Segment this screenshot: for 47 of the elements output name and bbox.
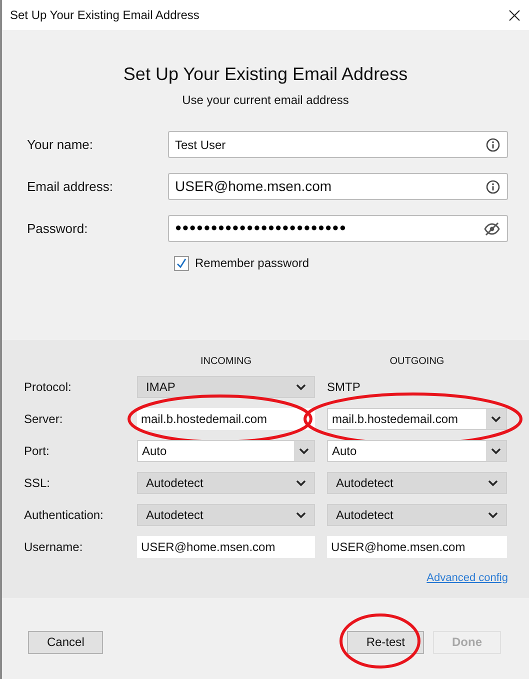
chevron-down-icon	[296, 512, 306, 518]
row-label: Authentication:	[24, 507, 104, 524]
chevron-down-icon	[296, 480, 306, 486]
checkbox-label: Remember password	[195, 255, 310, 272]
dialog-heading: Set Up Your Existing Email Address	[123, 63, 408, 85]
input-field[interactable]: USER@home.msen.com	[168, 173, 508, 200]
chevron-down-icon	[488, 480, 498, 486]
advanced-config-link[interactable]: Advanced config	[426, 570, 508, 586]
chevron-down-icon	[488, 512, 498, 518]
row-label: SSL:	[24, 475, 52, 492]
close-icon[interactable]	[509, 10, 520, 20]
chevron-down-icon	[296, 384, 306, 390]
row-label: Protocol:	[24, 379, 72, 396]
dropdown[interactable]: Autodetect	[327, 472, 507, 494]
checkmark-icon	[176, 258, 187, 268]
dropdown[interactable]: IMAP	[137, 376, 315, 398]
combo-box[interactable]: Auto	[327, 440, 507, 462]
field-label: Password:	[27, 220, 89, 238]
column-header: INCOMING	[200, 355, 252, 369]
dropdown[interactable]: Autodetect	[137, 504, 315, 526]
row-label: Port:	[24, 443, 50, 460]
info-icon	[486, 180, 500, 194]
input-field[interactable]: USER@home.msen.com	[137, 536, 315, 558]
chevron-down-icon	[299, 448, 309, 454]
combo-box[interactable]: Auto	[137, 440, 315, 462]
dropdown[interactable]: Autodetect	[327, 504, 507, 526]
eye-slash-icon[interactable]	[484, 222, 500, 236]
row-label: Username:	[24, 539, 84, 556]
input-field[interactable]: ●●●●●●●●●●●●●●●●●●●●●●●●	[168, 215, 508, 242]
window-title: Set Up Your Existing Email Address	[10, 7, 200, 24]
dialog-subheading: Use your current email address	[182, 92, 349, 109]
field-label: Email address:	[27, 178, 114, 196]
field-label: Your name:	[27, 136, 94, 154]
combo-box[interactable]: mail.b.hostedemail.com	[327, 408, 507, 430]
protocol-text: SMTP	[327, 379, 360, 396]
dialog-button[interactable]: Re-test	[347, 630, 424, 654]
info-icon	[486, 138, 500, 152]
chevron-down-icon	[491, 416, 501, 422]
row-label: Server:	[24, 411, 64, 428]
column-header: OUTGOING	[390, 355, 444, 369]
dialog-button[interactable]: Cancel	[28, 630, 104, 654]
chevron-down-icon	[491, 448, 501, 454]
checkbox[interactable]	[174, 256, 189, 270]
input-field[interactable]: mail.b.hostedemail.com	[137, 408, 315, 430]
dropdown[interactable]: Autodetect	[137, 472, 315, 494]
input-field[interactable]: Test User	[168, 131, 508, 158]
input-field[interactable]: USER@home.msen.com	[327, 536, 507, 558]
